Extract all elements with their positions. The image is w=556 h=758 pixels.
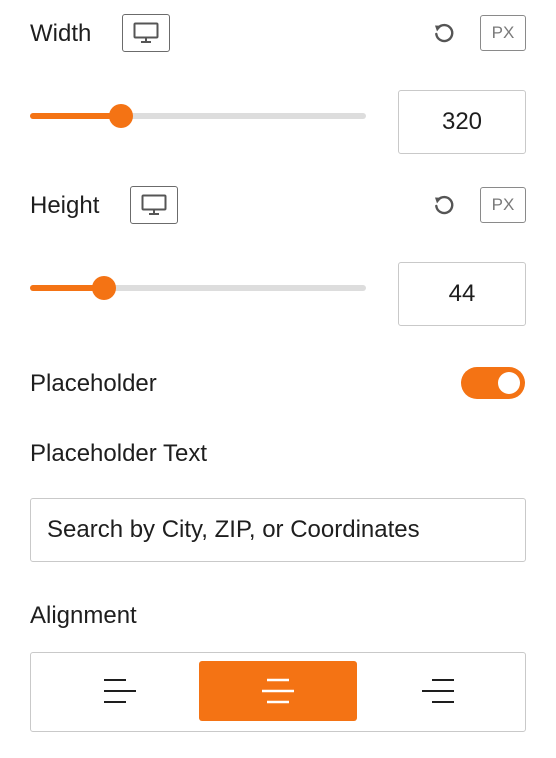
height-slider-thumb[interactable]: [91, 276, 116, 300]
alignment-label: Alignment: [30, 602, 137, 629]
align-left-icon: [104, 679, 136, 703]
height-device-button[interactable]: [130, 186, 178, 224]
height-unit-button[interactable]: PX: [480, 187, 526, 223]
align-left-button[interactable]: [41, 661, 199, 721]
placeholder-label: Placeholder: [30, 370, 157, 397]
width-unit-button[interactable]: PX: [480, 15, 526, 51]
width-slider-fill: [30, 113, 121, 119]
height-label: Height: [30, 192, 100, 219]
reset-icon: [435, 195, 454, 215]
width-value-input[interactable]: [398, 90, 526, 154]
toggle-knob: [498, 372, 520, 394]
reset-icon: [435, 23, 454, 43]
width-reset-button[interactable]: [431, 20, 457, 46]
width-slider-thumb[interactable]: [108, 104, 133, 128]
align-center-button[interactable]: [199, 661, 357, 721]
width-label: Width: [30, 20, 92, 47]
placeholder-text-input[interactable]: [30, 498, 526, 562]
placeholder-toggle[interactable]: [461, 367, 525, 399]
height-value-input[interactable]: [398, 262, 526, 326]
height-reset-button[interactable]: [431, 192, 457, 218]
align-right-icon: [422, 679, 454, 703]
alignment-button-group: [30, 652, 526, 732]
placeholder-text-label: Placeholder Text: [30, 440, 207, 467]
align-center-icon: [262, 678, 294, 704]
width-device-button[interactable]: [122, 14, 170, 52]
align-right-button[interactable]: [359, 661, 517, 721]
desktop-icon: [141, 194, 167, 215]
desktop-icon: [133, 22, 159, 43]
